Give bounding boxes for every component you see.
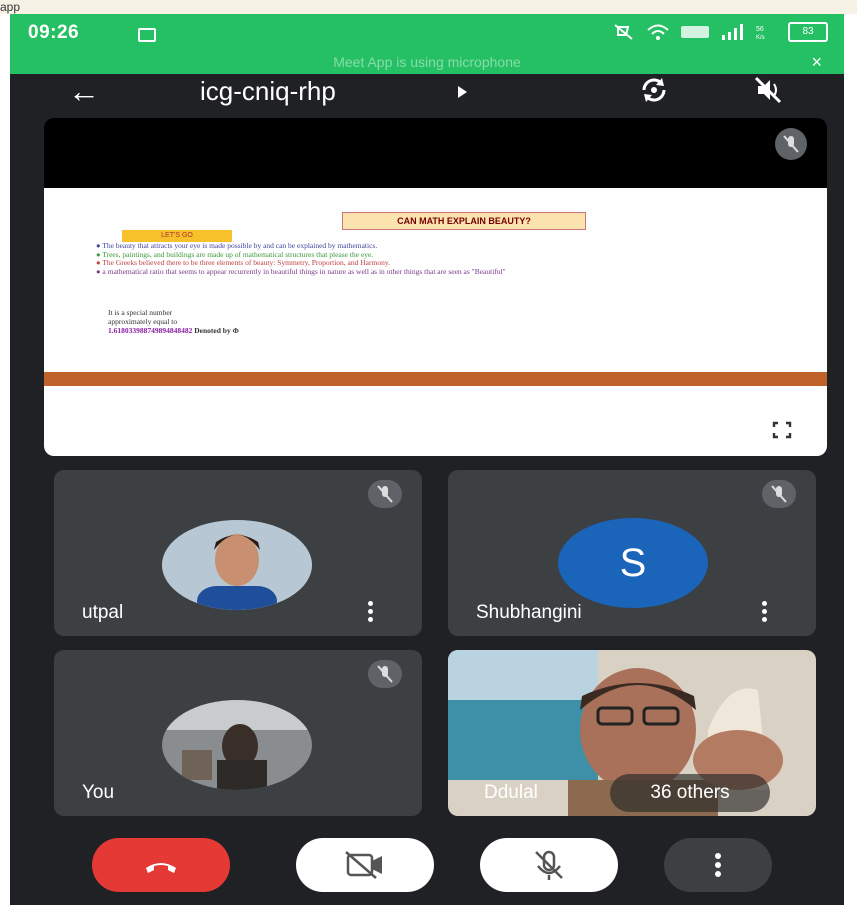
more-options-button[interactable] (664, 838, 772, 892)
banner-close-button[interactable]: × (811, 52, 822, 73)
participant-name: utpal (82, 602, 124, 623)
more-options-icon[interactable] (762, 598, 768, 625)
silent-icon (614, 24, 633, 40)
camera-toggle-button[interactable] (296, 838, 434, 892)
presenting-caption: silapatharcollege is presenting (74, 418, 357, 441)
end-call-button[interactable] (92, 838, 230, 892)
meeting-info-chevron-icon[interactable] (458, 86, 467, 98)
participant-name: You (82, 782, 115, 803)
svg-text:56: 56 (756, 26, 764, 33)
top-clip-band: app (0, 0, 857, 14)
hang-up-icon (146, 863, 176, 873)
more-vert-icon (715, 853, 721, 877)
svg-text:K/s: K/s (756, 35, 765, 41)
back-arrow-icon[interactable]: ← (68, 74, 100, 108)
participant-name: Shubhangini (476, 602, 582, 623)
meeting-header: ← icg-cniq-rhp (10, 74, 844, 114)
mic-usage-banner[interactable]: Meet App is using microphone (10, 54, 844, 70)
camera-off-icon (345, 851, 382, 879)
avatar-initial: S (558, 518, 708, 608)
meeting-code[interactable]: icg-cniq-rhp (200, 74, 336, 108)
slide-footnote: It is a special number approximately equ… (108, 308, 239, 335)
slide-bullets: ● The beauty that attracts your eye is m… (96, 241, 786, 276)
fullscreen-icon (772, 421, 792, 439)
battery-indicator: 83 (788, 22, 828, 42)
presentation-tile[interactable]: CAN MATH EXPLAIN BEAUTY? LET'S GO ● The … (44, 118, 827, 456)
slide-bullet: ● a mathematical ratio that seems to app… (96, 266, 506, 276)
avatar (162, 700, 312, 790)
clipped-text: app (0, 0, 21, 14)
participant-tile-ddulal[interactable]: Ddulal 36 others (448, 650, 816, 816)
volte-icon (681, 26, 709, 38)
shared-slide: CAN MATH EXPLAIN BEAUTY? LET'S GO ● The … (44, 188, 827, 456)
call-controls (10, 838, 844, 898)
screen-cast-icon (138, 28, 156, 42)
avatar (162, 520, 312, 610)
mic-toggle-button[interactable] (480, 838, 618, 892)
more-options-icon[interactable] (368, 598, 374, 625)
data-speed-icon: 56 K/s (756, 26, 765, 41)
participant-tile-shubhangini[interactable]: S Shubhangini (448, 470, 816, 636)
mic-muted-icon (762, 480, 796, 508)
slide-footer-bar (44, 372, 827, 386)
presentation-mic-muted-icon (775, 128, 807, 160)
speaker-off-icon[interactable] (752, 74, 784, 106)
clock: 09:26 (28, 22, 80, 43)
fullscreen-button[interactable] (759, 414, 805, 446)
wifi-icon (647, 24, 669, 40)
mic-muted-icon (368, 660, 402, 688)
others-count[interactable]: 36 others (610, 774, 770, 812)
slide-title: CAN MATH EXPLAIN BEAUTY? (342, 212, 586, 230)
participant-name: Ddulal (484, 782, 538, 803)
status-icons: 56 K/s 83 (612, 22, 828, 42)
switch-camera-icon[interactable] (638, 74, 670, 106)
signal-icon (722, 24, 743, 40)
mic-muted-icon (368, 480, 402, 508)
participant-tile-you[interactable]: You (54, 650, 422, 816)
status-bar: 09:26 56 K/s 83 Meet App is using microph… (10, 14, 844, 74)
mic-off-icon (535, 850, 563, 880)
participant-tile-utpal[interactable]: utpal (54, 470, 422, 636)
